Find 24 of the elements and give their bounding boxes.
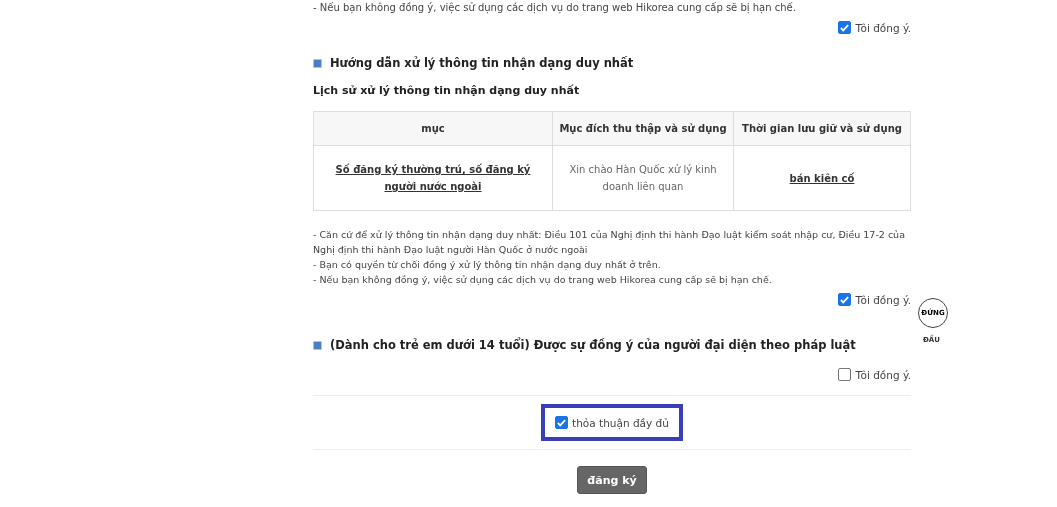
checkbox-label: Tôi đồng ý. (855, 293, 911, 306)
notice-text: - Nếu bạn không đồng ý, việc sử dụng các dịch vụ do trang web Hikorea cung cấp sẽ bị hạn chế. (313, 1, 797, 15)
subheading: Lịch sử xử lý thông tin nhận dạng duy nhất (313, 84, 581, 97)
checkbox[interactable] (555, 416, 569, 429)
section-heading: (Dành cho trẻ em dưới 14 tuổi) Được sự đồng ý của người đại diện theo pháp luật (330, 338, 856, 352)
checkbox-label: thỏa thuận đầy đủ (572, 416, 669, 429)
checkbox-label: Tôi đồng ý. (855, 368, 911, 381)
notice-text: - Nếu bạn không đồng ý, việc sử dụng các dịch vụ do trang web Hikorea cung cấp sẽ bị hạn chế. (313, 273, 773, 287)
column-header: Mục đích thu thập và sử dụng (552, 111, 734, 146)
table-cell: bán kiên cố (733, 145, 911, 211)
column-header: Thời gian lưu giữ và sử dụng (733, 111, 911, 146)
bullet-icon (313, 58, 322, 68)
notice-text: - Căn cứ để xử lý thông tin nhận dạng duy nhất: Điều 101 của Nghị định thi hành Đạo luật kiểm soát nhập cư, Điều 17-2 của Nghị định thi hành Đạo luật người Hàn Quốc ở nước ngoài (313, 228, 906, 257)
checkbox-label: Tôi đồng ý. (855, 21, 911, 34)
notice-text: - Bạn có quyền từ chối đồng ý xử lý thông tin nhận dạng duy nhất ở trên. (313, 258, 662, 272)
checkbox[interactable] (838, 293, 852, 306)
table-cell: Số đăng ký thường trú, số đăng ký người nước ngoài (313, 145, 553, 211)
section-heading: Hướng dẫn xử lý thông tin nhận dạng duy nhất (330, 56, 634, 70)
bullet-icon (313, 340, 322, 350)
column-header: mục (313, 111, 553, 146)
table-cell: Xin chào Hàn Quốc xử lý kinh doanh liên quan (552, 145, 734, 211)
register-button[interactable]: đăng ký (577, 466, 647, 494)
checkbox[interactable] (838, 368, 852, 381)
checkbox[interactable] (838, 21, 852, 34)
